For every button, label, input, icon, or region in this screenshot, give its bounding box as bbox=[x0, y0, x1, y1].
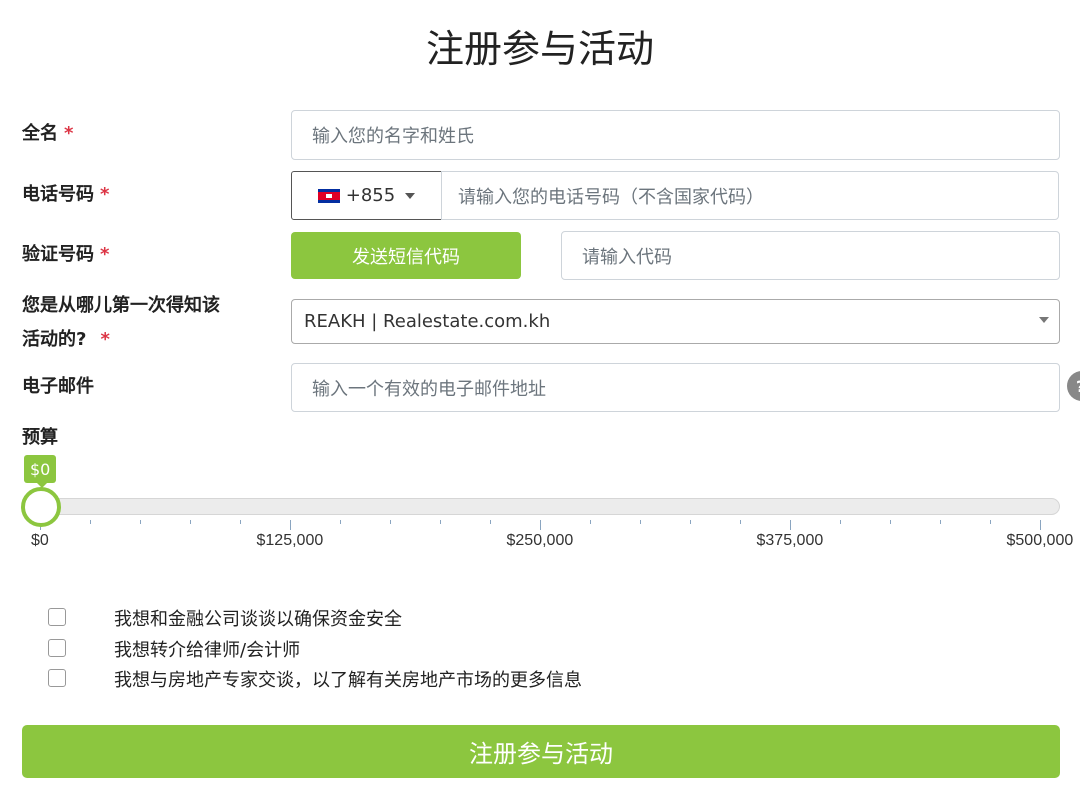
checkbox-row-finance[interactable]: 我想和金融公司谈谈以确保资金安全 bbox=[48, 605, 402, 630]
full-name-label-text: 全名 bbox=[22, 123, 58, 144]
page-title: 注册参与活动 bbox=[425, 27, 654, 71]
register-submit-button[interactable]: 注册参与活动 bbox=[22, 725, 1060, 778]
slider-minor-tick bbox=[390, 520, 391, 524]
slider-minor-tick bbox=[490, 520, 491, 524]
verification-label: 验证号码 * bbox=[22, 239, 109, 271]
slider-minor-tick bbox=[740, 520, 741, 524]
slider-minor-tick bbox=[640, 520, 641, 524]
email-label: 电子邮件 bbox=[22, 371, 94, 403]
required-mark: * bbox=[100, 329, 110, 350]
lawyer-checkbox[interactable] bbox=[48, 639, 66, 657]
phone-input[interactable]: 请输入您的电话号码（不含国家代码） bbox=[441, 171, 1059, 220]
source-label-line1: 您是从哪儿第一次得知该 bbox=[22, 295, 220, 316]
budget-label-text: 预算 bbox=[22, 427, 58, 448]
country-code-dropdown[interactable]: +855 bbox=[291, 171, 442, 220]
source-select[interactable]: REAKH | Realestate.com.kh bbox=[291, 299, 1060, 344]
slider-minor-tick bbox=[140, 520, 141, 524]
full-name-input[interactable]: 输入您的名字和姓氏 bbox=[291, 110, 1060, 160]
verification-placeholder: 请输入代码 bbox=[582, 246, 672, 268]
slider-minor-tick bbox=[940, 520, 941, 524]
checkbox-row-expert[interactable]: 我想与房地产专家交谈，以了解有关房地产市场的更多信息 bbox=[48, 666, 582, 691]
country-code-value: +855 bbox=[345, 185, 396, 206]
slider-minor-tick bbox=[190, 520, 191, 524]
full-name-label: 全名 * bbox=[22, 118, 73, 150]
source-selected-value: REAKH | Realestate.com.kh bbox=[304, 311, 551, 332]
expert-checkbox-label: 我想与房地产专家交谈，以了解有关房地产市场的更多信息 bbox=[114, 670, 582, 691]
slider-minor-tick bbox=[590, 520, 591, 524]
slider-major-tick bbox=[790, 520, 791, 530]
slider-minor-tick bbox=[840, 520, 841, 524]
full-name-placeholder: 输入您的名字和姓氏 bbox=[312, 126, 474, 147]
required-mark: * bbox=[64, 123, 74, 144]
slider-minor-tick bbox=[440, 520, 441, 524]
cambodia-flag-icon bbox=[317, 188, 340, 203]
send-sms-code-button[interactable]: 发送短信代码 bbox=[291, 232, 521, 279]
slider-tick-label: $0 bbox=[31, 532, 49, 549]
source-label: 您是从哪儿第一次得知该 活动的? * bbox=[22, 290, 220, 356]
required-mark: * bbox=[100, 244, 110, 265]
slider-minor-tick bbox=[890, 520, 891, 524]
expert-checkbox[interactable] bbox=[48, 669, 66, 687]
budget-label: 预算 bbox=[22, 422, 58, 454]
slider-major-tick bbox=[540, 520, 541, 530]
slider-minor-tick bbox=[990, 520, 991, 524]
verification-label-text: 验证号码 bbox=[22, 244, 94, 265]
email-input[interactable]: 输入一个有效的电子邮件地址 bbox=[291, 363, 1060, 412]
slider-major-tick bbox=[1040, 520, 1041, 530]
verification-code-input[interactable]: 请输入代码 bbox=[561, 231, 1060, 280]
slider-minor-tick bbox=[340, 520, 341, 524]
phone-label-text: 电话号码 bbox=[22, 184, 94, 205]
checkbox-row-lawyer[interactable]: 我想转介给律师/会计师 bbox=[48, 636, 300, 661]
slider-minor-tick bbox=[90, 520, 91, 524]
slider-minor-tick bbox=[240, 520, 241, 524]
source-label-line2: 活动的? bbox=[22, 329, 87, 350]
email-placeholder: 输入一个有效的电子邮件地址 bbox=[312, 378, 546, 400]
slider-tick-label: $375,000 bbox=[756, 532, 824, 549]
slider-tick-label: $250,000 bbox=[506, 532, 574, 549]
chevron-down-icon bbox=[1039, 317, 1049, 323]
slider-tick-label: $125,000 bbox=[256, 532, 324, 549]
slider-tick-label: $500,000 bbox=[1006, 532, 1074, 549]
lawyer-checkbox-label: 我想转介给律师/会计师 bbox=[114, 640, 301, 661]
finance-checkbox[interactable] bbox=[48, 608, 66, 626]
phone-placeholder: 请输入您的电话号码（不含国家代码） bbox=[458, 186, 764, 208]
budget-slider-handle[interactable] bbox=[21, 487, 61, 527]
slider-minor-tick bbox=[690, 520, 691, 524]
finance-checkbox-label: 我想和金融公司谈谈以确保资金安全 bbox=[114, 609, 402, 630]
chevron-down-icon bbox=[405, 192, 416, 199]
phone-label: 电话号码 * bbox=[22, 179, 109, 211]
required-mark: * bbox=[100, 184, 110, 205]
help-icon[interactable]: ? bbox=[1067, 371, 1080, 401]
slider-major-tick bbox=[290, 520, 291, 530]
budget-slider-track[interactable] bbox=[40, 498, 1060, 515]
budget-value-badge: $0 bbox=[24, 455, 57, 488]
email-label-text: 电子邮件 bbox=[22, 376, 94, 397]
